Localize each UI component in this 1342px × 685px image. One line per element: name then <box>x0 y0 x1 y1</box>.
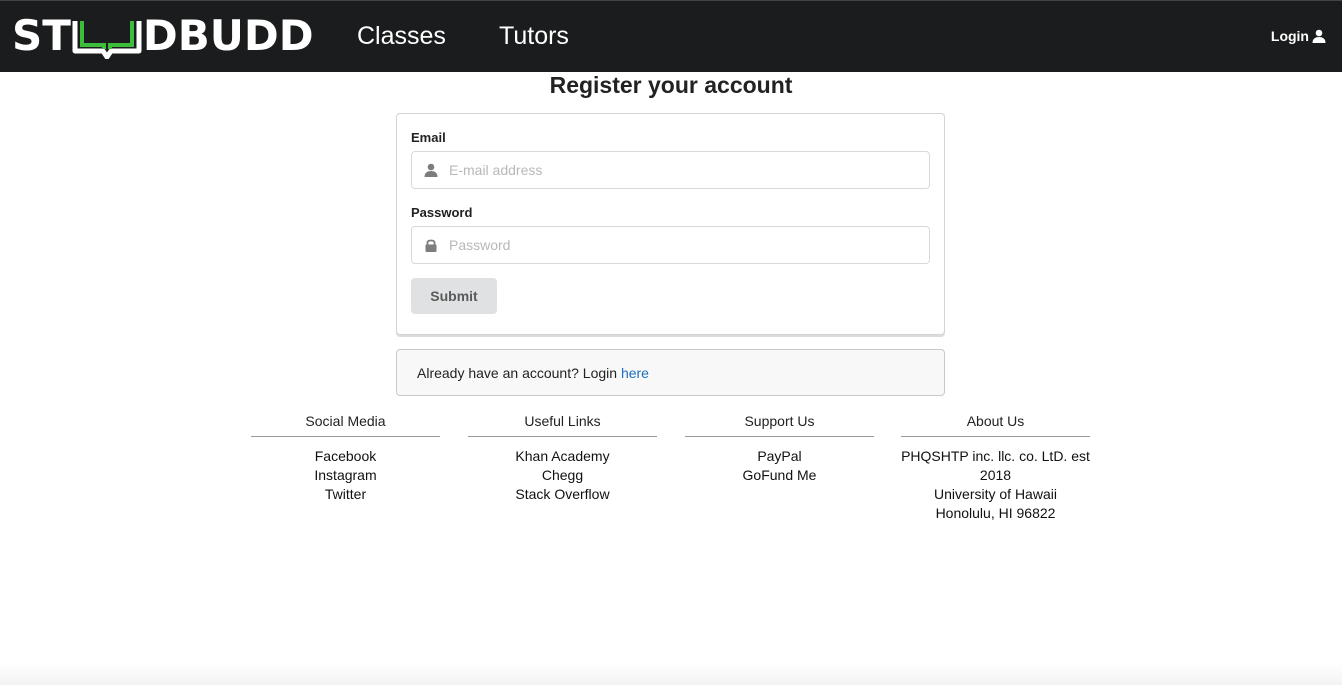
footer-link-instagram[interactable]: Instagram <box>251 466 440 485</box>
login-label: Login <box>1270 28 1309 44</box>
footer-divider <box>251 436 440 437</box>
register-form: Email Password Submit <box>396 113 945 335</box>
lock-icon <box>425 239 437 252</box>
logo-text-suffix: DBUDD <box>142 11 314 60</box>
footer-link-stack-overflow[interactable]: Stack Overflow <box>468 485 657 504</box>
user-icon <box>424 163 438 177</box>
bottom-shadow <box>0 663 1342 685</box>
footer-column-title: Useful Links <box>524 413 601 429</box>
footer-column-title: Social Media <box>305 413 386 429</box>
footer-about-text: PHQSHTP inc. llc. co. LtD. est <box>901 448 1090 464</box>
password-input[interactable] <box>449 227 919 263</box>
page-title: Register your account <box>549 72 793 98</box>
footer-support-us: Support Us PayPal GoFund Me <box>685 412 874 485</box>
login-message-text: Already have an account? Login <box>417 365 621 381</box>
email-label: Email <box>411 130 446 145</box>
top-navbar: ST DBUDD Classes Tutors Login <box>0 0 1342 72</box>
footer-about-text: University of Hawaii <box>934 486 1057 502</box>
open-book-icon <box>72 21 142 59</box>
footer-link-paypal[interactable]: PayPal <box>685 447 874 466</box>
footer-social-media: Social Media Facebook Instagram Twitter <box>251 412 440 504</box>
login-here-link[interactable]: here <box>621 365 649 381</box>
login-message: Already have an account? Login here <box>396 349 945 396</box>
footer-link-gofundme[interactable]: GoFund Me <box>685 466 874 485</box>
footer-useful-links: Useful Links Khan Academy Chegg Stack Ov… <box>468 412 657 504</box>
user-icon <box>1312 29 1326 43</box>
footer-link-khan-academy[interactable]: Khan Academy <box>468 447 657 466</box>
footer-about-text: Honolulu, HI 96822 <box>935 505 1056 521</box>
nav-tutors[interactable]: Tutors <box>499 19 569 53</box>
email-input[interactable] <box>449 152 919 188</box>
email-field[interactable] <box>411 151 930 189</box>
submit-button[interactable]: Submit <box>411 278 497 314</box>
studbudd-logo[interactable]: ST DBUDD <box>12 13 314 59</box>
footer-column-title: About Us <box>966 413 1025 429</box>
login-link[interactable]: Login <box>1271 28 1326 44</box>
footer-link-twitter[interactable]: Twitter <box>251 485 440 504</box>
footer-column-title: Support Us <box>744 413 815 429</box>
footer-link-facebook[interactable]: Facebook <box>251 447 440 466</box>
footer-about-text: 2018 <box>979 467 1012 483</box>
password-label: Password <box>411 205 473 220</box>
password-field[interactable] <box>411 226 930 264</box>
logo-text-prefix: ST <box>12 11 71 60</box>
footer-about-us: About Us PHQSHTP inc. llc. co. LtD. est … <box>901 412 1090 523</box>
nav-classes[interactable]: Classes <box>357 19 446 53</box>
footer-divider <box>901 436 1090 437</box>
footer-divider <box>685 436 874 437</box>
footer-divider <box>468 436 657 437</box>
footer-link-chegg[interactable]: Chegg <box>468 466 657 485</box>
